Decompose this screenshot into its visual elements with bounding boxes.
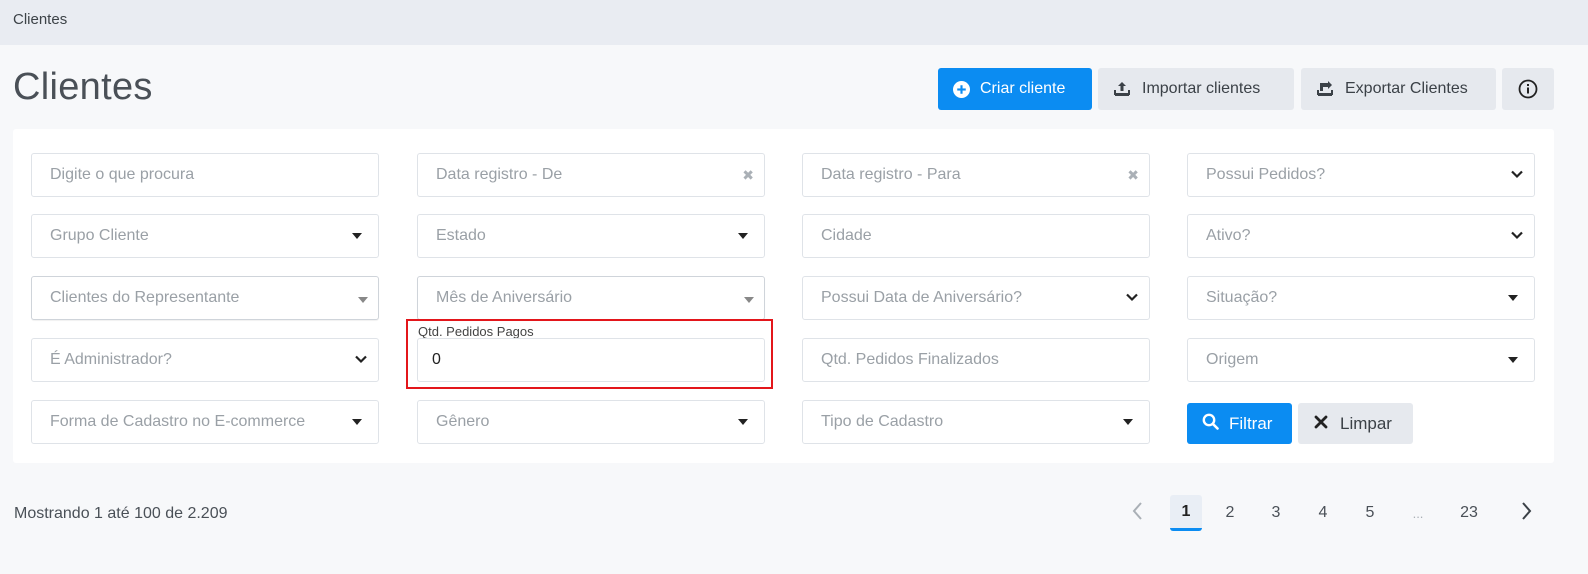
page-2[interactable]: 2 [1214, 495, 1246, 531]
export-clients-button[interactable]: Exportar Clientes [1301, 68, 1496, 110]
create-client-label: Criar cliente [980, 80, 1066, 97]
chevron-down-icon [354, 352, 368, 371]
city-placeholder: Cidade [821, 227, 872, 244]
search-input[interactable]: Digite o que procura [31, 153, 379, 197]
active-label: Ativo? [1206, 227, 1251, 244]
signup-form-label: Forma de Cadastro no E-commerce [50, 413, 306, 430]
search-icon [1202, 413, 1219, 435]
has-orders-select[interactable]: Possui Pedidos? [1187, 153, 1535, 197]
state-select[interactable]: Estado [417, 214, 765, 258]
caret-down-icon [352, 419, 362, 425]
search-placeholder: Digite o que procura [50, 166, 195, 183]
clear-button[interactable]: Limpar [1298, 403, 1413, 444]
signup-type-select[interactable]: Tipo de Cadastro [802, 400, 1150, 444]
paid-orders-input[interactable]: 0 [417, 338, 765, 382]
caret-down-icon [1123, 419, 1133, 425]
caret-down-icon [744, 297, 754, 303]
client-group-label: Grupo Cliente [50, 227, 149, 244]
gender-select[interactable]: Gênero [417, 400, 765, 444]
client-group-select[interactable]: Grupo Cliente [31, 214, 379, 258]
download-tray-icon [1316, 80, 1334, 98]
birth-month-label: Mês de Aniversário [436, 289, 573, 306]
clear-date-from-icon[interactable]: ✖ [742, 167, 754, 184]
create-client-button[interactable]: Criar cliente [938, 68, 1092, 110]
import-clients-button[interactable]: Importar clientes [1098, 68, 1294, 110]
clear-date-to-icon[interactable]: ✖ [1127, 167, 1139, 184]
is-admin-label: É Administrador? [50, 351, 172, 368]
upload-tray-icon [1113, 80, 1131, 98]
page-ellipsis: ... [1412, 505, 1424, 521]
status-select[interactable]: Situação? [1187, 276, 1535, 320]
city-input[interactable]: Cidade [802, 214, 1150, 258]
caret-down-icon [352, 233, 362, 239]
info-button[interactable] [1502, 68, 1554, 110]
paid-orders-label: Qtd. Pedidos Pagos [418, 324, 534, 339]
page-5[interactable]: 5 [1354, 495, 1386, 531]
prev-page-button[interactable] [1122, 495, 1154, 531]
active-select[interactable]: Ativo? [1187, 214, 1535, 258]
page-3[interactable]: 3 [1260, 495, 1292, 531]
info-icon [1518, 79, 1538, 99]
date-from-placeholder: Data registro - De [436, 166, 563, 183]
top-breadcrumb-bar: Clientes [0, 0, 1588, 45]
has-birthdate-label: Possui Data de Aniversário? [821, 289, 1022, 306]
page-title: Clientes [13, 66, 153, 108]
page-1[interactable]: 1 [1170, 495, 1202, 531]
chevron-down-icon [1125, 290, 1139, 309]
finished-orders-placeholder: Qtd. Pedidos Finalizados [821, 351, 999, 368]
clear-button-label: Limpar [1340, 413, 1392, 433]
date-from-input[interactable]: Data registro - De ✖ [417, 153, 765, 197]
signup-type-label: Tipo de Cadastro [821, 413, 944, 430]
status-label: Situação? [1206, 289, 1278, 306]
breadcrumb[interactable]: Clientes [13, 11, 67, 28]
caret-down-icon [738, 419, 748, 425]
has-birthdate-select[interactable]: Possui Data de Aniversário? [802, 276, 1150, 320]
page-23[interactable]: 23 [1450, 495, 1488, 531]
page-4[interactable]: 4 [1307, 495, 1339, 531]
plus-circle-icon [953, 80, 970, 98]
state-label: Estado [436, 227, 486, 244]
filter-button-label: Filtrar [1229, 413, 1273, 433]
origin-select[interactable]: Origem [1187, 338, 1535, 382]
date-to-input[interactable]: Data registro - Para ✖ [802, 153, 1150, 197]
date-to-placeholder: Data registro - Para [821, 166, 961, 183]
chevron-down-icon [1510, 228, 1524, 247]
filter-button[interactable]: Filtrar [1187, 403, 1292, 444]
representative-clients-label: Clientes do Representante [50, 289, 240, 306]
finished-orders-input[interactable]: Qtd. Pedidos Finalizados [802, 338, 1150, 382]
caret-down-icon [1508, 295, 1518, 301]
export-clients-label: Exportar Clientes [1345, 80, 1468, 97]
origin-label: Origem [1206, 351, 1259, 368]
chevron-right-icon [1520, 501, 1532, 526]
is-admin-select[interactable]: É Administrador? [31, 338, 379, 382]
representative-clients-select[interactable]: Clientes do Representante [31, 276, 379, 320]
chevron-down-icon [1510, 167, 1524, 186]
has-orders-label: Possui Pedidos? [1206, 166, 1326, 183]
caret-down-icon [358, 297, 368, 303]
birth-month-select[interactable]: Mês de Aniversário [417, 276, 765, 320]
caret-down-icon [738, 233, 748, 239]
caret-down-icon [1508, 357, 1518, 363]
gender-label: Gênero [436, 413, 490, 430]
close-x-icon [1314, 414, 1328, 434]
chevron-left-icon [1132, 501, 1144, 526]
import-clients-label: Importar clientes [1142, 80, 1261, 97]
signup-form-select[interactable]: Forma de Cadastro no E-commerce [31, 400, 379, 444]
next-page-button[interactable] [1510, 495, 1542, 531]
paid-orders-value: 0 [432, 351, 441, 368]
results-count: Mostrando 1 até 100 de 2.209 [14, 505, 228, 522]
